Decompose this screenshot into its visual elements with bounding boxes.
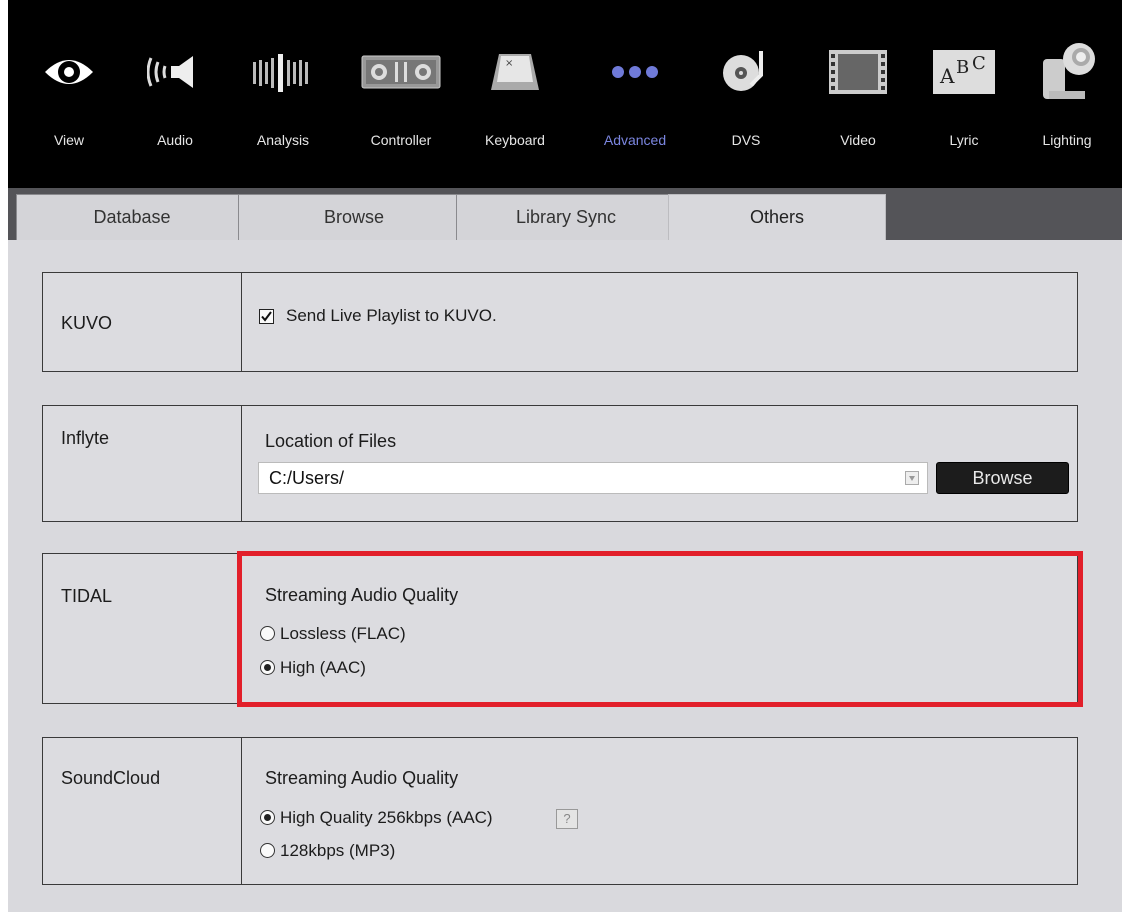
soundcloud-name: SoundCloud bbox=[61, 768, 161, 788]
soundcloud-high-quality-label: High Quality 256kbps (AAC) bbox=[280, 808, 493, 827]
location-path-field[interactable]: C:/Users/ bbox=[258, 462, 928, 494]
toolbar-label: Lyric bbox=[949, 132, 979, 148]
soundcloud-high-quality-radio[interactable] bbox=[260, 810, 275, 825]
dropdown-arrow-icon[interactable] bbox=[905, 471, 919, 485]
toolbar-item-keyboard[interactable]: × Keyboard bbox=[460, 40, 570, 160]
film-strip-icon bbox=[803, 42, 913, 102]
tab-browse[interactable]: Browse bbox=[238, 194, 470, 240]
toolbar-item-video[interactable]: Video bbox=[803, 40, 913, 160]
svg-text:B: B bbox=[956, 57, 969, 78]
toolbar-label: View bbox=[53, 132, 85, 148]
toolbar-label: Controller bbox=[370, 132, 432, 148]
speaker-icon bbox=[120, 42, 230, 102]
section-divider bbox=[241, 273, 242, 371]
kuvo-section: KUVO bbox=[42, 272, 1078, 372]
waveform-bars-icon bbox=[228, 42, 338, 102]
checkmark-icon bbox=[261, 311, 272, 322]
tab-bar: Database Browse Library Sync Others bbox=[8, 188, 1122, 240]
toolbar-item-lyric[interactable]: ABC Lyric bbox=[909, 40, 1019, 160]
tab-others[interactable]: Others bbox=[668, 194, 886, 240]
toolbar-label: Advanced bbox=[603, 132, 667, 148]
soundcloud-128-radio[interactable] bbox=[260, 843, 275, 858]
toolbar-label: Lighting bbox=[1042, 132, 1092, 148]
three-dots-icon bbox=[580, 42, 690, 102]
tidal-name: TIDAL bbox=[61, 586, 113, 606]
tab-library-sync[interactable]: Library Sync bbox=[456, 194, 676, 240]
soundcloud-quality-label: Streaming Audio Quality bbox=[265, 768, 459, 788]
toolbar-item-audio[interactable]: Audio bbox=[120, 40, 230, 160]
inflyte-name: Inflyte bbox=[61, 428, 110, 448]
soundcloud-128-label: 128kbps (MP3) bbox=[280, 841, 396, 860]
controller-icon bbox=[346, 42, 456, 102]
abc-icon: ABC bbox=[909, 42, 1019, 102]
section-divider bbox=[241, 406, 242, 521]
svg-text:A: A bbox=[939, 64, 955, 88]
preferences-toolbar: View Audio Analysis Controller × Keyboar… bbox=[8, 0, 1122, 188]
toolbar-label: Analysis bbox=[256, 132, 310, 148]
toolbar-item-advanced[interactable]: Advanced bbox=[580, 40, 690, 160]
svg-text:×: × bbox=[505, 58, 513, 69]
svg-text:C: C bbox=[972, 53, 986, 74]
location-of-files-label: Location of Files bbox=[265, 431, 397, 451]
toolbar-label: Video bbox=[840, 132, 876, 148]
toolbar-item-controller[interactable]: Controller bbox=[346, 40, 456, 160]
tab-database[interactable]: Database bbox=[16, 194, 248, 240]
toolbar-label: DVS bbox=[731, 132, 761, 148]
toolbar-item-dvs[interactable]: DVS bbox=[691, 40, 801, 160]
path-value: C:/Users/ bbox=[269, 468, 345, 488]
kuvo-name: KUVO bbox=[61, 313, 113, 333]
help-icon[interactable]: ? bbox=[556, 809, 578, 829]
section-divider bbox=[241, 738, 242, 884]
kuvo-checkbox[interactable] bbox=[259, 309, 274, 324]
eye-icon bbox=[14, 42, 124, 102]
toolbar-label: Audio bbox=[157, 132, 193, 148]
turntable-icon bbox=[691, 42, 801, 102]
toolbar-item-view[interactable]: View bbox=[14, 40, 124, 160]
keyboard-key-icon: × bbox=[460, 42, 570, 102]
highlight-box bbox=[237, 551, 1083, 707]
lighting-fixture-icon bbox=[1012, 42, 1122, 102]
toolbar-item-lighting[interactable]: Lighting bbox=[1012, 40, 1122, 160]
browse-button[interactable]: Browse bbox=[936, 462, 1069, 494]
kuvo-checkbox-label: Send Live Playlist to KUVO. bbox=[286, 306, 497, 325]
toolbar-item-analysis[interactable]: Analysis bbox=[228, 40, 338, 160]
toolbar-label: Keyboard bbox=[485, 132, 545, 148]
